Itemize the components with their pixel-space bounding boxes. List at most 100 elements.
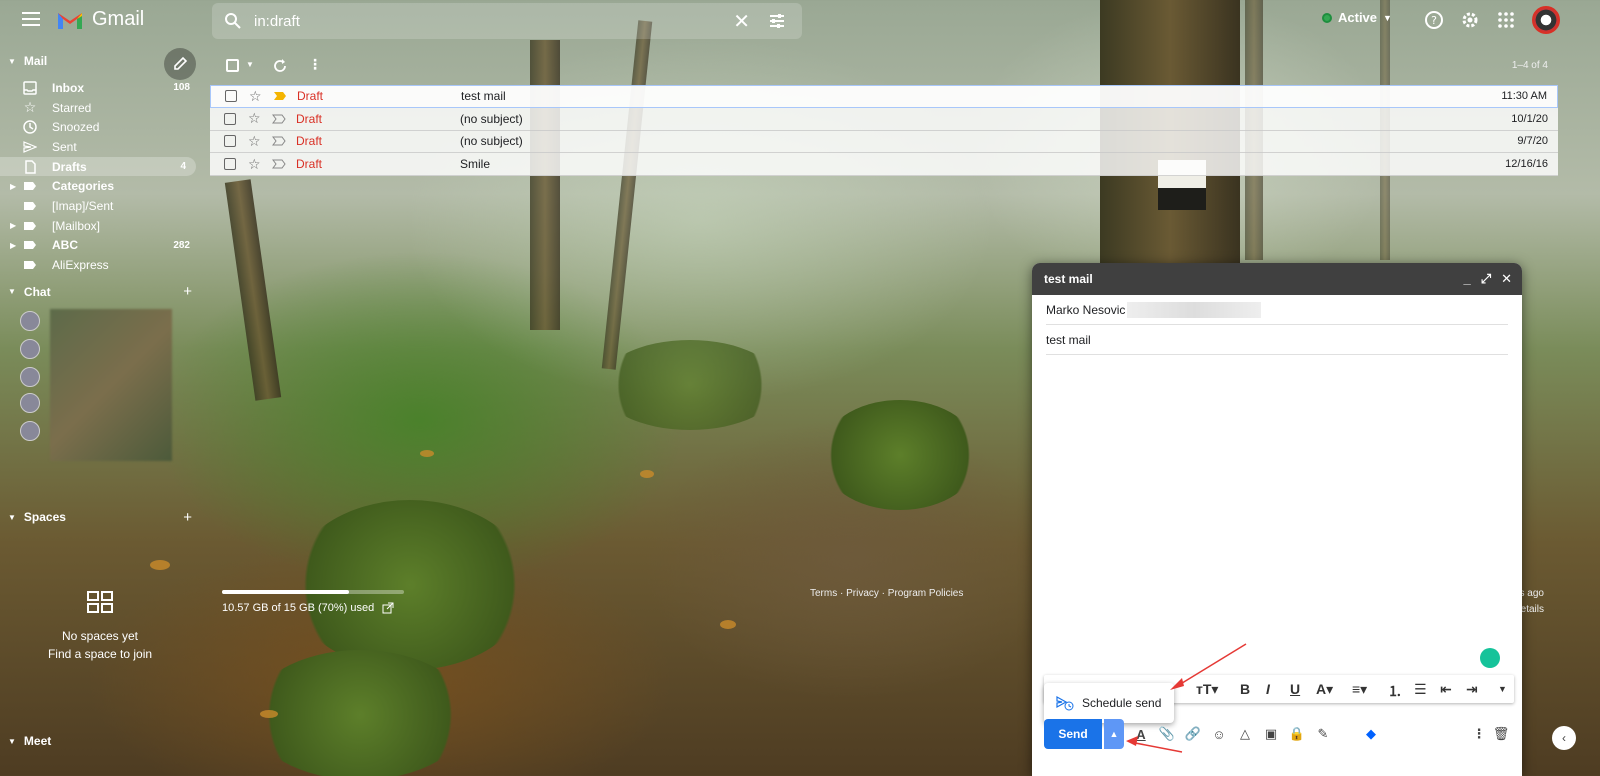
add-space-icon[interactable]: +: [183, 509, 192, 526]
sidebar-item-drafts[interactable]: Drafts 4: [0, 156, 196, 177]
expand-arrow-icon[interactable]: ▶: [10, 221, 16, 230]
signature-pen-icon[interactable]: ✎: [1314, 725, 1332, 743]
bulleted-list-icon[interactable]: ☰: [1414, 681, 1427, 698]
minimize-icon[interactable]: _: [1463, 271, 1470, 287]
add-chat-icon[interactable]: +: [183, 283, 192, 300]
dropbox-icon[interactable]: ◆: [1362, 725, 1380, 743]
schedule-send-menu[interactable]: Schedule send: [1044, 683, 1174, 723]
discard-draft-trash-icon[interactable]: 🗑: [1492, 725, 1510, 743]
search-options-icon[interactable]: [768, 12, 786, 30]
sidebar-item-label: Categories: [52, 179, 115, 194]
italic-icon[interactable]: I: [1266, 681, 1270, 697]
status-dropdown[interactable]: Active ▼: [1322, 10, 1392, 25]
underline-icon[interactable]: U: [1290, 681, 1300, 697]
row-checkbox[interactable]: [224, 158, 236, 171]
refresh-icon[interactable]: [272, 58, 288, 74]
find-space-link[interactable]: Find a space to join: [0, 647, 200, 661]
message-body[interactable]: [1046, 359, 1506, 639]
numbered-list-icon[interactable]: ⒈: [1388, 681, 1402, 701]
expand-arrow-icon[interactable]: ▶: [10, 182, 16, 191]
star-icon[interactable]: ☆: [249, 88, 262, 105]
open-external-icon[interactable]: [382, 602, 394, 614]
important-marker-icon[interactable]: [272, 136, 286, 146]
row-checkbox[interactable]: [224, 112, 236, 125]
apps-grid-icon[interactable]: [1496, 10, 1516, 30]
spaces-section-header[interactable]: ▼ Spaces +: [0, 504, 200, 530]
gmail-logo[interactable]: Gmail: [56, 8, 144, 31]
spaces-empty-state: No spaces yet Find a space to join: [0, 590, 200, 661]
email-row[interactable]: ☆ Draft (no subject) 9/7/20: [210, 130, 1558, 154]
search-icon[interactable]: [224, 12, 242, 30]
label-icon: [22, 218, 38, 234]
text-color-icon[interactable]: A▾: [1316, 681, 1333, 698]
email-row[interactable]: ☆ Draft test mail 11:30 AM: [210, 85, 1558, 108]
chat-avatar[interactable]: [20, 420, 40, 441]
indent-more-icon[interactable]: ⇥: [1466, 681, 1478, 698]
chat-avatar[interactable]: [20, 366, 40, 387]
account-avatar[interactable]: [1532, 6, 1560, 34]
settings-gear-icon[interactable]: [1460, 10, 1480, 30]
google-drive-icon[interactable]: △: [1236, 725, 1254, 743]
select-all-checkbox[interactable]: [226, 59, 239, 72]
main-menu-icon[interactable]: [22, 12, 40, 26]
expand-icon[interactable]: ⤢: [1481, 271, 1491, 287]
chat-avatar[interactable]: [20, 338, 40, 359]
chat-avatar[interactable]: [20, 310, 40, 331]
subject-field[interactable]: test mail: [1046, 325, 1508, 355]
star-icon[interactable]: ☆: [248, 110, 261, 127]
email-row[interactable]: ☆ Draft (no subject) 10/1/20: [210, 107, 1558, 131]
compose-button[interactable]: [164, 48, 196, 80]
important-marker-icon[interactable]: [272, 159, 286, 169]
draft-count: 4: [180, 161, 186, 173]
sidebar-item-snoozed[interactable]: Snoozed: [0, 117, 200, 137]
sidebar-item-categories[interactable]: ▶ Categories: [0, 176, 200, 196]
confidential-mode-icon[interactable]: 🔒: [1288, 725, 1306, 743]
sidebar-item-abc[interactable]: ▶ ABC 282: [0, 236, 200, 256]
star-icon[interactable]: ☆: [248, 133, 261, 150]
sidebar-item-label: Snoozed: [52, 120, 100, 135]
footer-links[interactable]: Terms · Privacy · Program Policies: [810, 588, 963, 599]
select-dropdown-icon[interactable]: ▼: [246, 60, 254, 69]
meet-section-header[interactable]: ▼ Meet: [0, 728, 200, 754]
inbox-icon: [22, 80, 38, 96]
sidebar-item-imap-sent[interactable]: [Imap]/Sent: [0, 196, 200, 216]
search-input[interactable]: [254, 12, 714, 30]
compose-header[interactable]: test mail _ ⤢ ✕: [1032, 263, 1522, 295]
grammarly-icon[interactable]: [1480, 648, 1500, 668]
email-row[interactable]: ☆ Draft Smile 12/16/16: [210, 153, 1558, 176]
storage-bar-fill: [222, 590, 350, 594]
row-checkbox[interactable]: [224, 135, 236, 148]
close-icon[interactable]: ✕: [1501, 271, 1512, 287]
recipients-field[interactable]: Marko Nesovic: [1046, 295, 1508, 325]
row-checkbox[interactable]: [225, 90, 237, 103]
help-icon[interactable]: ?: [1424, 10, 1444, 30]
star-icon[interactable]: ☆: [248, 156, 261, 173]
indent-less-icon[interactable]: ⇤: [1440, 681, 1452, 698]
sidebar-item-inbox[interactable]: Inbox 108: [0, 78, 200, 98]
search-bar[interactable]: ✕: [212, 3, 802, 39]
top-bar: Gmail ✕ Active ▼ ?: [0, 0, 1600, 40]
sidebar-item-label: [Imap]/Sent: [52, 198, 114, 213]
send-button[interactable]: Send: [1044, 719, 1102, 749]
align-icon[interactable]: ≡▾: [1352, 681, 1367, 698]
mail-section-label: Mail: [23, 54, 48, 68]
row-sender: Draft: [296, 157, 323, 172]
important-marker-icon[interactable]: [272, 114, 286, 124]
important-marker-icon[interactable]: [273, 91, 287, 101]
clear-search-icon[interactable]: ✕: [733, 9, 750, 34]
more-options-icon[interactable]: ⋮: [1470, 725, 1488, 743]
details-link[interactable]: etails: [1521, 604, 1544, 615]
unread-count: 282: [173, 239, 190, 251]
chat-section-header[interactable]: ▼ Chat +: [0, 279, 200, 305]
insert-photo-icon[interactable]: ▣: [1262, 725, 1280, 743]
sidebar-item-sent[interactable]: Sent: [0, 137, 200, 157]
sidebar-item-aliexpress[interactable]: AliExpress: [0, 255, 200, 275]
expand-arrow-icon[interactable]: ▶: [10, 241, 16, 250]
emoji-icon[interactable]: ☺: [1210, 725, 1228, 743]
side-panel-toggle[interactable]: ‹: [1552, 726, 1576, 750]
sidebar-item-mailbox[interactable]: ▶ [Mailbox]: [0, 216, 200, 236]
more-options-icon[interactable]: ⋮: [308, 56, 322, 73]
more-formatting-icon[interactable]: ▼: [1498, 684, 1507, 694]
chat-avatar[interactable]: [20, 392, 40, 413]
sidebar-item-starred[interactable]: ☆ Starred: [0, 98, 200, 118]
